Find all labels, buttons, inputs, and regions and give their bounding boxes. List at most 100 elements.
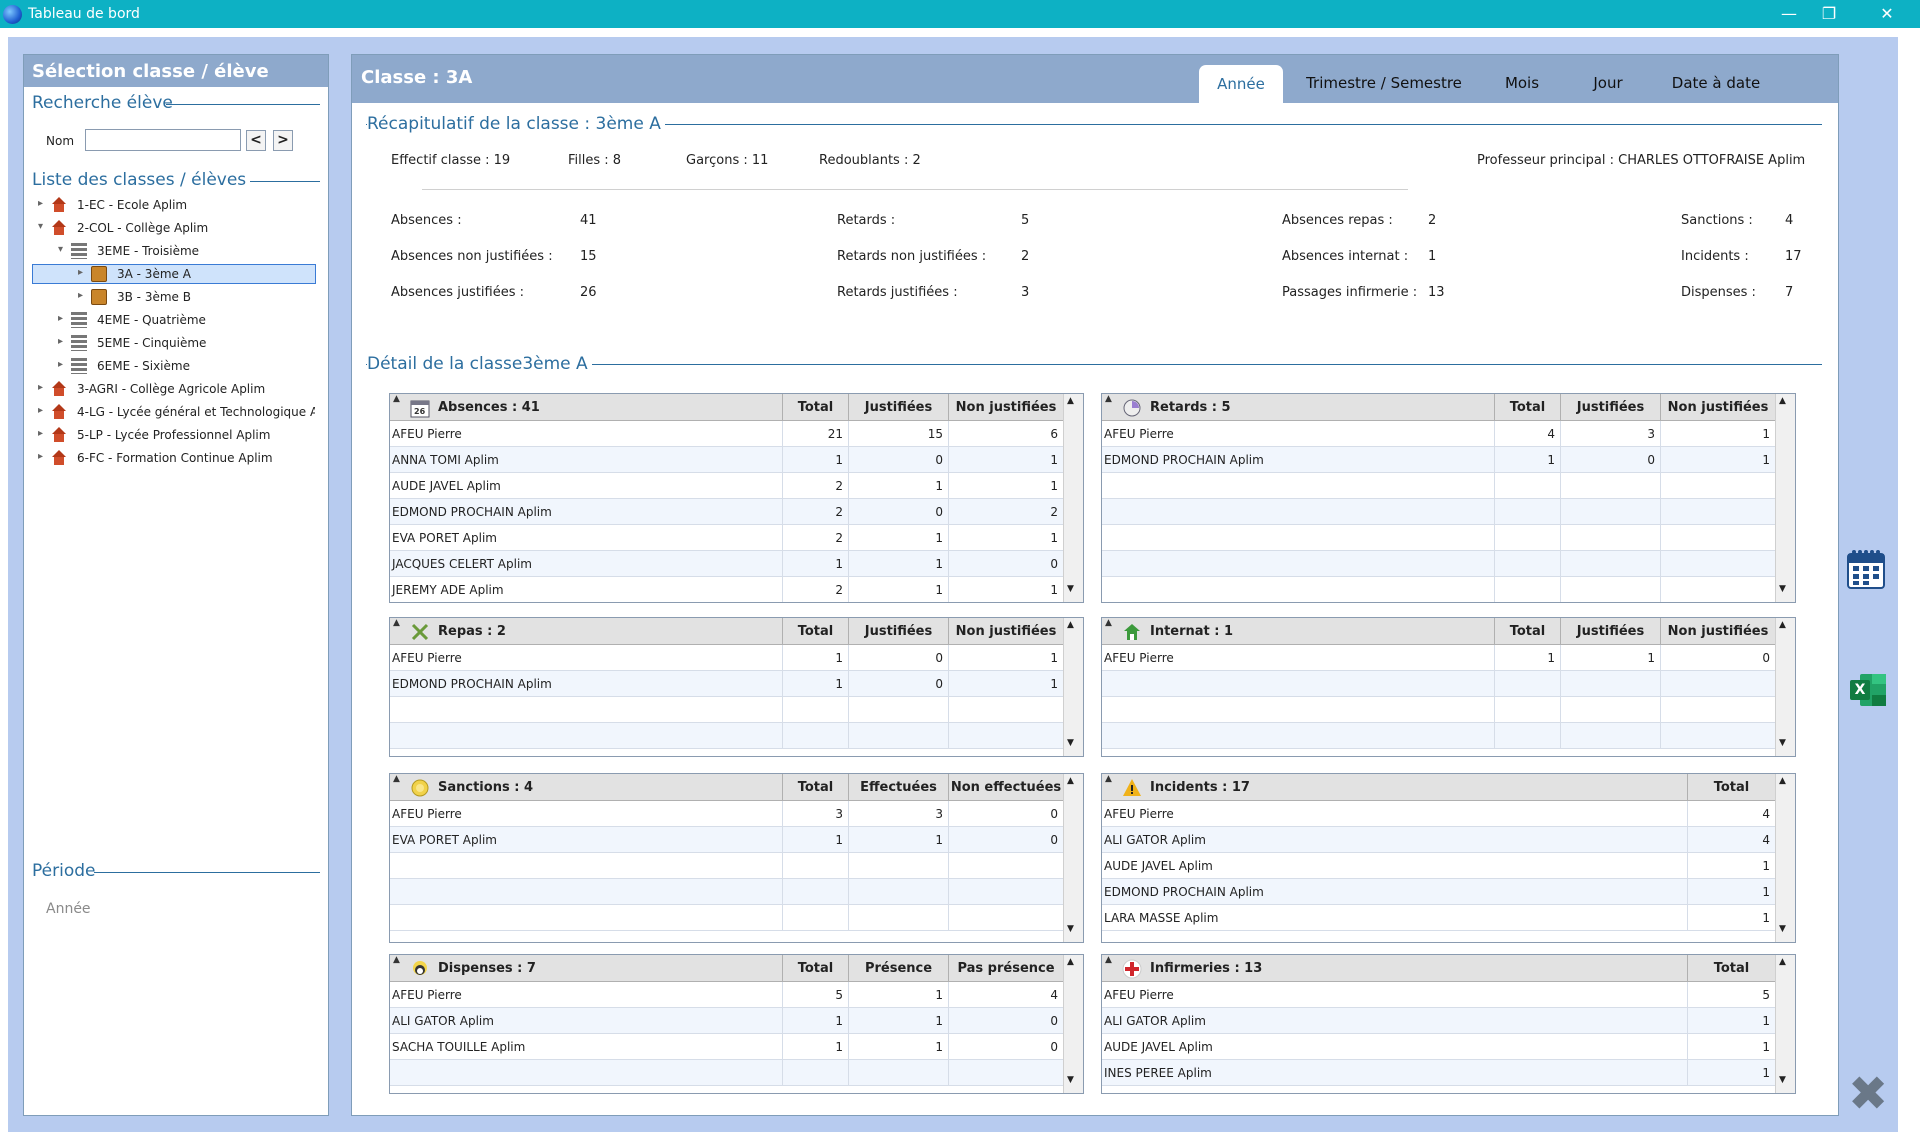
scroll-down-icon[interactable]: ▼ — [1067, 1075, 1074, 1085]
table-row[interactable]: EDMOND PROCHAIN Aplim 2 0 2 — [390, 499, 1063, 525]
table-row[interactable]: AFEU Pierre 1 1 0 — [1102, 645, 1775, 671]
table-row[interactable]: AUDE JAVEL Aplim 2 1 1 — [390, 473, 1063, 499]
scroll-down-icon[interactable]: ▼ — [1779, 738, 1786, 748]
column-header[interactable]: Effectuées — [848, 774, 948, 801]
scroll-up-icon[interactable]: ▲ — [1067, 396, 1074, 406]
tree-item[interactable]: ▸ 6-FC - Formation Continue Aplim — [32, 448, 316, 468]
table-row[interactable] — [390, 853, 1063, 879]
tree-item[interactable]: ▸ 6EME - Sixième — [32, 356, 316, 376]
table-row[interactable]: EVA PORET Aplim 1 1 0 — [390, 827, 1063, 853]
table-row[interactable]: ANNA TOMI Aplim 1 0 1 — [390, 447, 1063, 473]
column-header[interactable]: Total — [782, 394, 848, 421]
tree-item[interactable]: ▸ 3-AGRI - Collège Agricole Aplim — [32, 379, 316, 399]
column-header[interactable]: Non justifiées — [1660, 618, 1775, 645]
table-row[interactable]: ALI GATOR Aplim 1 — [1102, 1008, 1775, 1034]
close-window-button[interactable]: ✕ — [1864, 0, 1910, 28]
table-row[interactable] — [390, 879, 1063, 905]
table-row[interactable]: AFEU Pierre 3 3 0 — [390, 801, 1063, 827]
calendar-icon[interactable] — [1846, 548, 1886, 590]
expand-toggle-icon[interactable]: ▸ — [78, 290, 88, 301]
table-row[interactable]: ALI GATOR Aplim 1 1 0 — [390, 1008, 1063, 1034]
expand-toggle-icon[interactable]: ▸ — [78, 267, 88, 278]
previous-student-button[interactable]: < — [246, 130, 266, 151]
table-row[interactable]: AFEU Pierre 1 0 1 — [390, 645, 1063, 671]
column-header[interactable]: Total — [1494, 618, 1560, 645]
scroll-up-icon[interactable]: ▲ — [1067, 620, 1074, 630]
tab-mois[interactable]: Mois — [1489, 64, 1555, 103]
table-row[interactable] — [1102, 473, 1775, 499]
column-header[interactable]: Total — [782, 955, 848, 982]
tree-item[interactable]: ▾ 2-COL - Collège Aplim — [32, 218, 316, 238]
expand-toggle-icon[interactable]: ▸ — [58, 313, 68, 324]
table-row[interactable] — [1102, 577, 1775, 602]
column-header[interactable]: Non justifiées — [948, 394, 1063, 421]
tree-item[interactable]: ▸ 4-LG - Lycée général et Technologique A… — [32, 402, 316, 422]
scroll-up-icon[interactable]: ▲ — [1779, 776, 1786, 786]
table-row[interactable]: EDMOND PROCHAIN Aplim 1 0 1 — [1102, 447, 1775, 473]
table-row[interactable] — [1102, 525, 1775, 551]
column-header[interactable]: Total — [782, 774, 848, 801]
table-row[interactable] — [390, 697, 1063, 723]
table-row[interactable]: EVA PORET Aplim 2 1 1 — [390, 525, 1063, 551]
table-row[interactable]: EDMOND PROCHAIN Aplim 1 — [1102, 879, 1775, 905]
expand-toggle-icon[interactable]: ▸ — [58, 336, 68, 347]
table-row[interactable]: SACHA TOUILLE Aplim 1 1 0 — [390, 1034, 1063, 1060]
tree-item[interactable]: ▸ 3A - 3ème A — [32, 264, 316, 284]
table-row[interactable]: JACQUES CELERT Aplim 1 1 0 — [390, 551, 1063, 577]
table-row[interactable]: AFEU Pierre 4 — [1102, 801, 1775, 827]
column-header[interactable]: Non effectuées — [948, 774, 1063, 801]
column-header[interactable]: Pas présence — [948, 955, 1063, 982]
table-row[interactable]: INES PEREE Aplim 1 — [1102, 1060, 1775, 1086]
collapse-toggle-icon[interactable]: ▲ — [1105, 618, 1112, 637]
collapse-toggle-icon[interactable]: ▲ — [1105, 774, 1112, 793]
table-row[interactable]: LARA MASSE Aplim 1 — [1102, 905, 1775, 931]
expand-toggle-icon[interactable]: ▸ — [58, 359, 68, 370]
scroll-up-icon[interactable]: ▲ — [1779, 620, 1786, 630]
expand-toggle-icon[interactable]: ▸ — [38, 405, 48, 416]
table-row[interactable] — [1102, 671, 1775, 697]
scroll-down-icon[interactable]: ▼ — [1067, 924, 1074, 934]
expand-toggle-icon[interactable]: ▸ — [38, 382, 48, 393]
scroll-down-icon[interactable]: ▼ — [1067, 584, 1074, 594]
table-row[interactable] — [1102, 551, 1775, 577]
scroll-down-icon[interactable]: ▼ — [1067, 738, 1074, 748]
expand-toggle-icon[interactable]: ▸ — [38, 198, 48, 209]
column-header[interactable]: Justifiées — [1560, 618, 1660, 645]
collapse-toggle-icon[interactable]: ▲ — [1105, 394, 1112, 413]
table-row[interactable]: EDMOND PROCHAIN Aplim 1 0 1 — [390, 671, 1063, 697]
collapse-toggle-icon[interactable]: ▲ — [393, 955, 400, 974]
scroll-down-icon[interactable]: ▼ — [1779, 584, 1786, 594]
vertical-scrollbar[interactable]: ▲ ▼ — [1775, 618, 1795, 756]
restore-button[interactable]: ❐ — [1806, 0, 1852, 28]
column-header[interactable]: Justifiées — [848, 394, 948, 421]
tree-item[interactable]: ▾ 3EME - Troisième — [32, 241, 316, 261]
column-header[interactable]: Justifiées — [848, 618, 948, 645]
column-header[interactable]: Non justifiées — [948, 618, 1063, 645]
vertical-scrollbar[interactable]: ▲ ▼ — [1063, 618, 1083, 756]
excel-export-icon[interactable]: X — [1848, 670, 1888, 710]
tab-date-a-date[interactable]: Date à date — [1655, 64, 1777, 103]
collapse-toggle-icon[interactable]: ▲ — [393, 618, 400, 637]
column-header[interactable]: Total — [782, 618, 848, 645]
column-header[interactable]: Justifiées — [1560, 394, 1660, 421]
scroll-down-icon[interactable]: ▼ — [1779, 1075, 1786, 1085]
collapse-toggle-icon[interactable]: ▲ — [393, 774, 400, 793]
table-row[interactable] — [1102, 697, 1775, 723]
table-row[interactable] — [1102, 499, 1775, 525]
column-header[interactable]: Total — [1687, 774, 1775, 801]
collapse-toggle-icon[interactable]: ▲ — [393, 394, 400, 413]
vertical-scrollbar[interactable]: ▲ ▼ — [1063, 955, 1083, 1093]
column-header[interactable]: Présence — [848, 955, 948, 982]
table-row[interactable]: AFEU Pierre 5 1 4 — [390, 982, 1063, 1008]
vertical-scrollbar[interactable]: ▲ ▼ — [1063, 394, 1083, 602]
vertical-scrollbar[interactable]: ▲ ▼ — [1775, 774, 1795, 942]
scroll-up-icon[interactable]: ▲ — [1779, 957, 1786, 967]
expand-toggle-icon[interactable]: ▸ — [38, 451, 48, 462]
table-row[interactable] — [390, 905, 1063, 931]
table-row[interactable] — [390, 1060, 1063, 1086]
tree-item[interactable]: ▸ 4EME - Quatrième — [32, 310, 316, 330]
column-header[interactable]: Non justifiées — [1660, 394, 1775, 421]
close-dashboard-icon[interactable]: ✖ — [1848, 1070, 1888, 1118]
scroll-down-icon[interactable]: ▼ — [1779, 924, 1786, 934]
tab-trimestre-semestre[interactable]: Trimestre / Semestre — [1294, 64, 1474, 103]
